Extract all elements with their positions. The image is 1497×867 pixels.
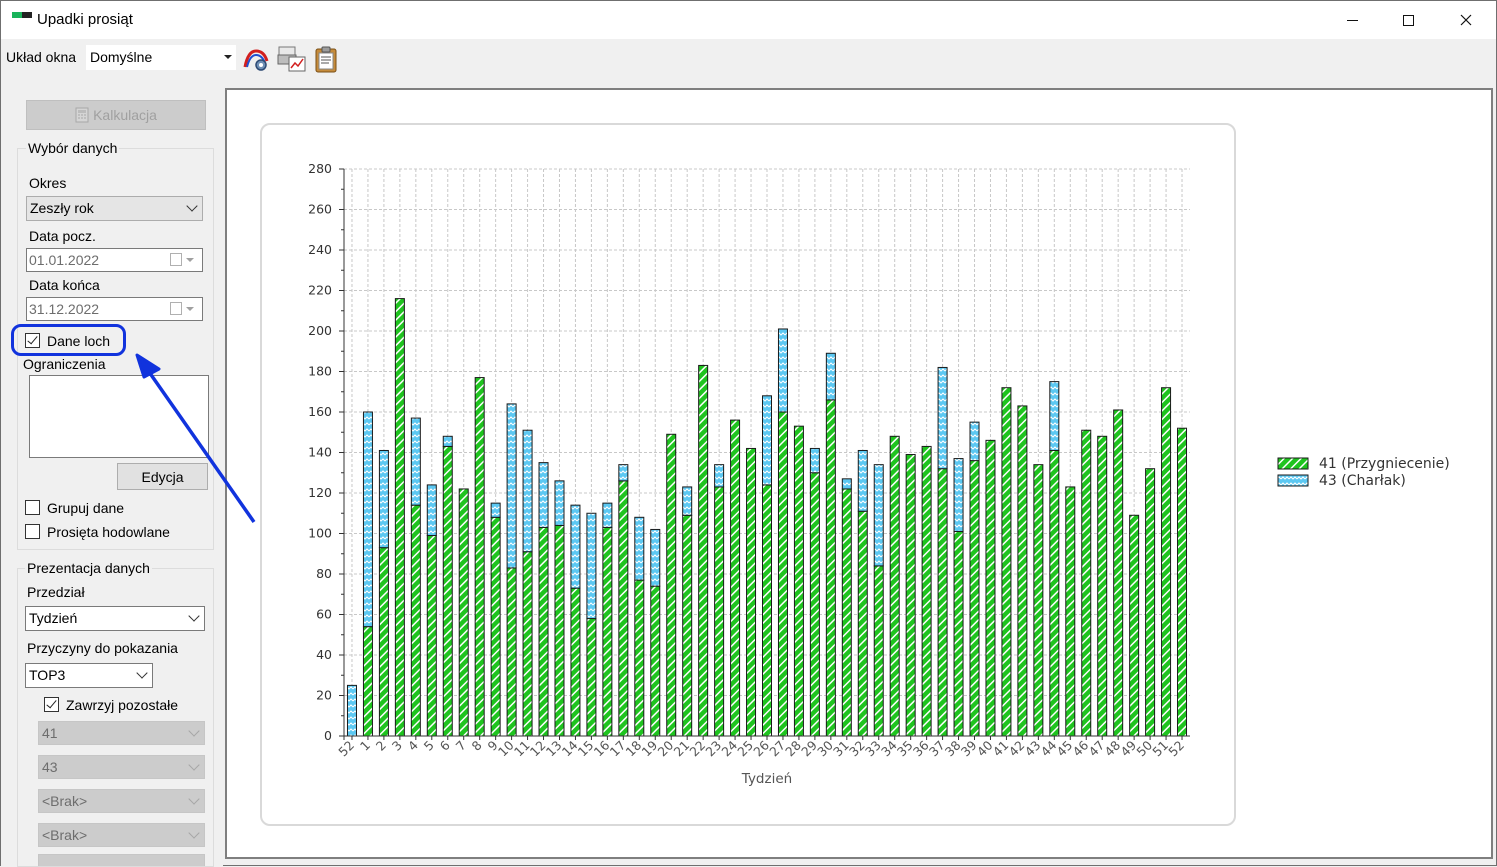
calculate-button-label: Kalkulacja <box>93 107 157 123</box>
reason-slot-1[interactable]: 41 <box>38 721 205 745</box>
layout-label: Układ okna <box>6 49 77 65</box>
chart-settings-icon <box>243 49 269 71</box>
chevron-down-icon <box>188 610 200 622</box>
title-bar: Upadki prosiąt <box>1 1 1496 39</box>
calculator-icon <box>75 107 89 123</box>
print-chart-button[interactable] <box>277 45 306 73</box>
close-icon <box>1460 14 1472 26</box>
presentation-title: Prezentacja danych <box>25 560 152 576</box>
layout-combo[interactable]: Domyślne <box>86 45 236 70</box>
end-date-label: Data końca <box>29 277 100 293</box>
calculate-button[interactable]: Kalkulacja <box>26 100 206 130</box>
reason-slot-3[interactable]: <Brak> <box>38 789 205 813</box>
calendar-icon <box>170 302 182 315</box>
maximize-button[interactable] <box>1380 1 1436 39</box>
end-date-field[interactable]: 31.12.2022 <box>26 297 203 321</box>
interval-label: Przedział <box>27 584 85 600</box>
end-date-value: 31.12.2022 <box>29 301 100 317</box>
reason-slot-value: <Brak> <box>42 793 88 809</box>
chevron-down-icon <box>188 827 200 839</box>
chart-panel <box>260 123 1236 826</box>
chevron-down-icon <box>188 793 200 805</box>
minimize-icon <box>1346 19 1358 21</box>
data-selection-title: Wybór danych <box>26 140 120 156</box>
include-others-checkbox[interactable] <box>44 697 59 712</box>
reason-slot-value: 43 <box>42 759 58 775</box>
chevron-down-icon <box>188 759 200 771</box>
app-icon <box>12 12 32 20</box>
restrictions-label: Ograniczenia <box>23 356 106 372</box>
breeding-piglets-checkbox[interactable] <box>25 524 40 539</box>
group-data-checkbox[interactable] <box>25 500 40 515</box>
reason-slot-value: <Brak> <box>42 827 88 843</box>
app-window: Upadki prosiąt Układ okna Domyślne Kalku… <box>0 0 1497 867</box>
reason-slot-5[interactable] <box>38 854 205 866</box>
window-title: Upadki prosiąt <box>37 11 133 28</box>
chevron-down-icon <box>136 667 148 679</box>
interval-value: Tydzień <box>29 610 78 626</box>
chevron-down-icon <box>224 55 232 59</box>
reason-slot-2[interactable]: 43 <box>38 755 205 779</box>
minimize-button[interactable] <box>1324 1 1380 39</box>
interval-select[interactable]: Tydzień <box>25 606 205 631</box>
breeding-piglets-label: Prosięta hodowlane <box>47 524 170 540</box>
annotation-highlight <box>11 324 126 356</box>
calendar-icon <box>170 253 182 266</box>
edit-button-label: Edycja <box>141 468 184 485</box>
chevron-down-icon <box>186 200 198 212</box>
reasons-value: TOP3 <box>29 667 66 683</box>
period-value: Zeszły rok <box>30 200 94 216</box>
reasons-select[interactable]: TOP3 <box>25 663 153 688</box>
start-date-field[interactable]: 01.01.2022 <box>26 248 203 272</box>
reason-slot-4[interactable]: <Brak> <box>38 823 205 847</box>
chart-settings-button[interactable] <box>242 45 270 73</box>
include-others-label: Zawrzyj pozostałe <box>66 697 179 713</box>
print-chart-icon <box>277 46 306 72</box>
reasons-label: Przyczyny do pokazania <box>27 640 178 656</box>
clipboard-icon <box>315 46 337 73</box>
layout-value: Domyślne <box>90 49 153 65</box>
reason-slot-value: 41 <box>42 725 58 741</box>
start-date-label: Data pocz. <box>29 228 96 244</box>
maximize-icon <box>1402 14 1414 26</box>
period-label: Okres <box>29 175 67 191</box>
dropdown-arrow-icon <box>186 258 194 262</box>
close-button[interactable] <box>1438 1 1494 39</box>
start-date-value: 01.01.2022 <box>29 252 100 268</box>
dropdown-arrow-icon <box>186 307 194 311</box>
chevron-down-icon <box>188 725 200 737</box>
edit-button[interactable]: Edycja <box>117 463 208 490</box>
clipboard-button[interactable] <box>313 45 341 73</box>
group-data-label: Grupuj dane <box>47 500 125 516</box>
restrictions-box[interactable] <box>29 375 209 458</box>
period-select[interactable]: Zeszły rok <box>26 196 203 221</box>
